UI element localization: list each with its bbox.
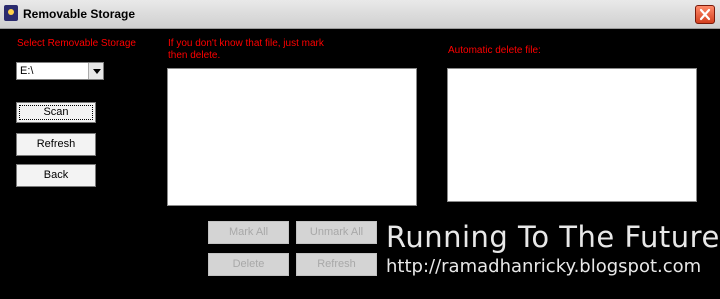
select-storage-label: Select Removable Storage — [17, 38, 136, 49]
mark-all-button[interactable]: Mark All — [208, 221, 289, 244]
drive-select[interactable]: E:\ — [16, 62, 104, 80]
app-icon — [4, 5, 18, 21]
mark-instruction-label-line2: then delete. — [168, 50, 221, 61]
mark-instruction-label-line1: If you don't know that file, just mark — [168, 38, 324, 49]
close-button[interactable] — [695, 5, 715, 24]
back-button[interactable]: Back — [16, 164, 96, 187]
refresh-list-button[interactable]: Refresh — [296, 253, 377, 276]
drive-select-value: E:\ — [20, 65, 34, 77]
watermark-title: Running To The Future — [386, 220, 720, 254]
chevron-down-icon[interactable] — [88, 63, 103, 79]
refresh-button[interactable]: Refresh — [16, 133, 96, 156]
title-bar: Removable Storage — [0, 0, 720, 29]
window-title: Removable Storage — [23, 7, 136, 21]
delete-button[interactable]: Delete — [208, 253, 289, 276]
auto-delete-list[interactable] — [447, 68, 697, 202]
unknown-files-list[interactable] — [167, 68, 417, 206]
auto-delete-label: Automatic delete file: — [448, 45, 541, 56]
watermark-url: http://ramadhanricky.blogspot.com — [386, 256, 702, 277]
close-icon — [699, 8, 711, 21]
unmark-all-button[interactable]: Unmark All — [296, 221, 377, 244]
scan-button[interactable]: Scan — [16, 102, 96, 123]
